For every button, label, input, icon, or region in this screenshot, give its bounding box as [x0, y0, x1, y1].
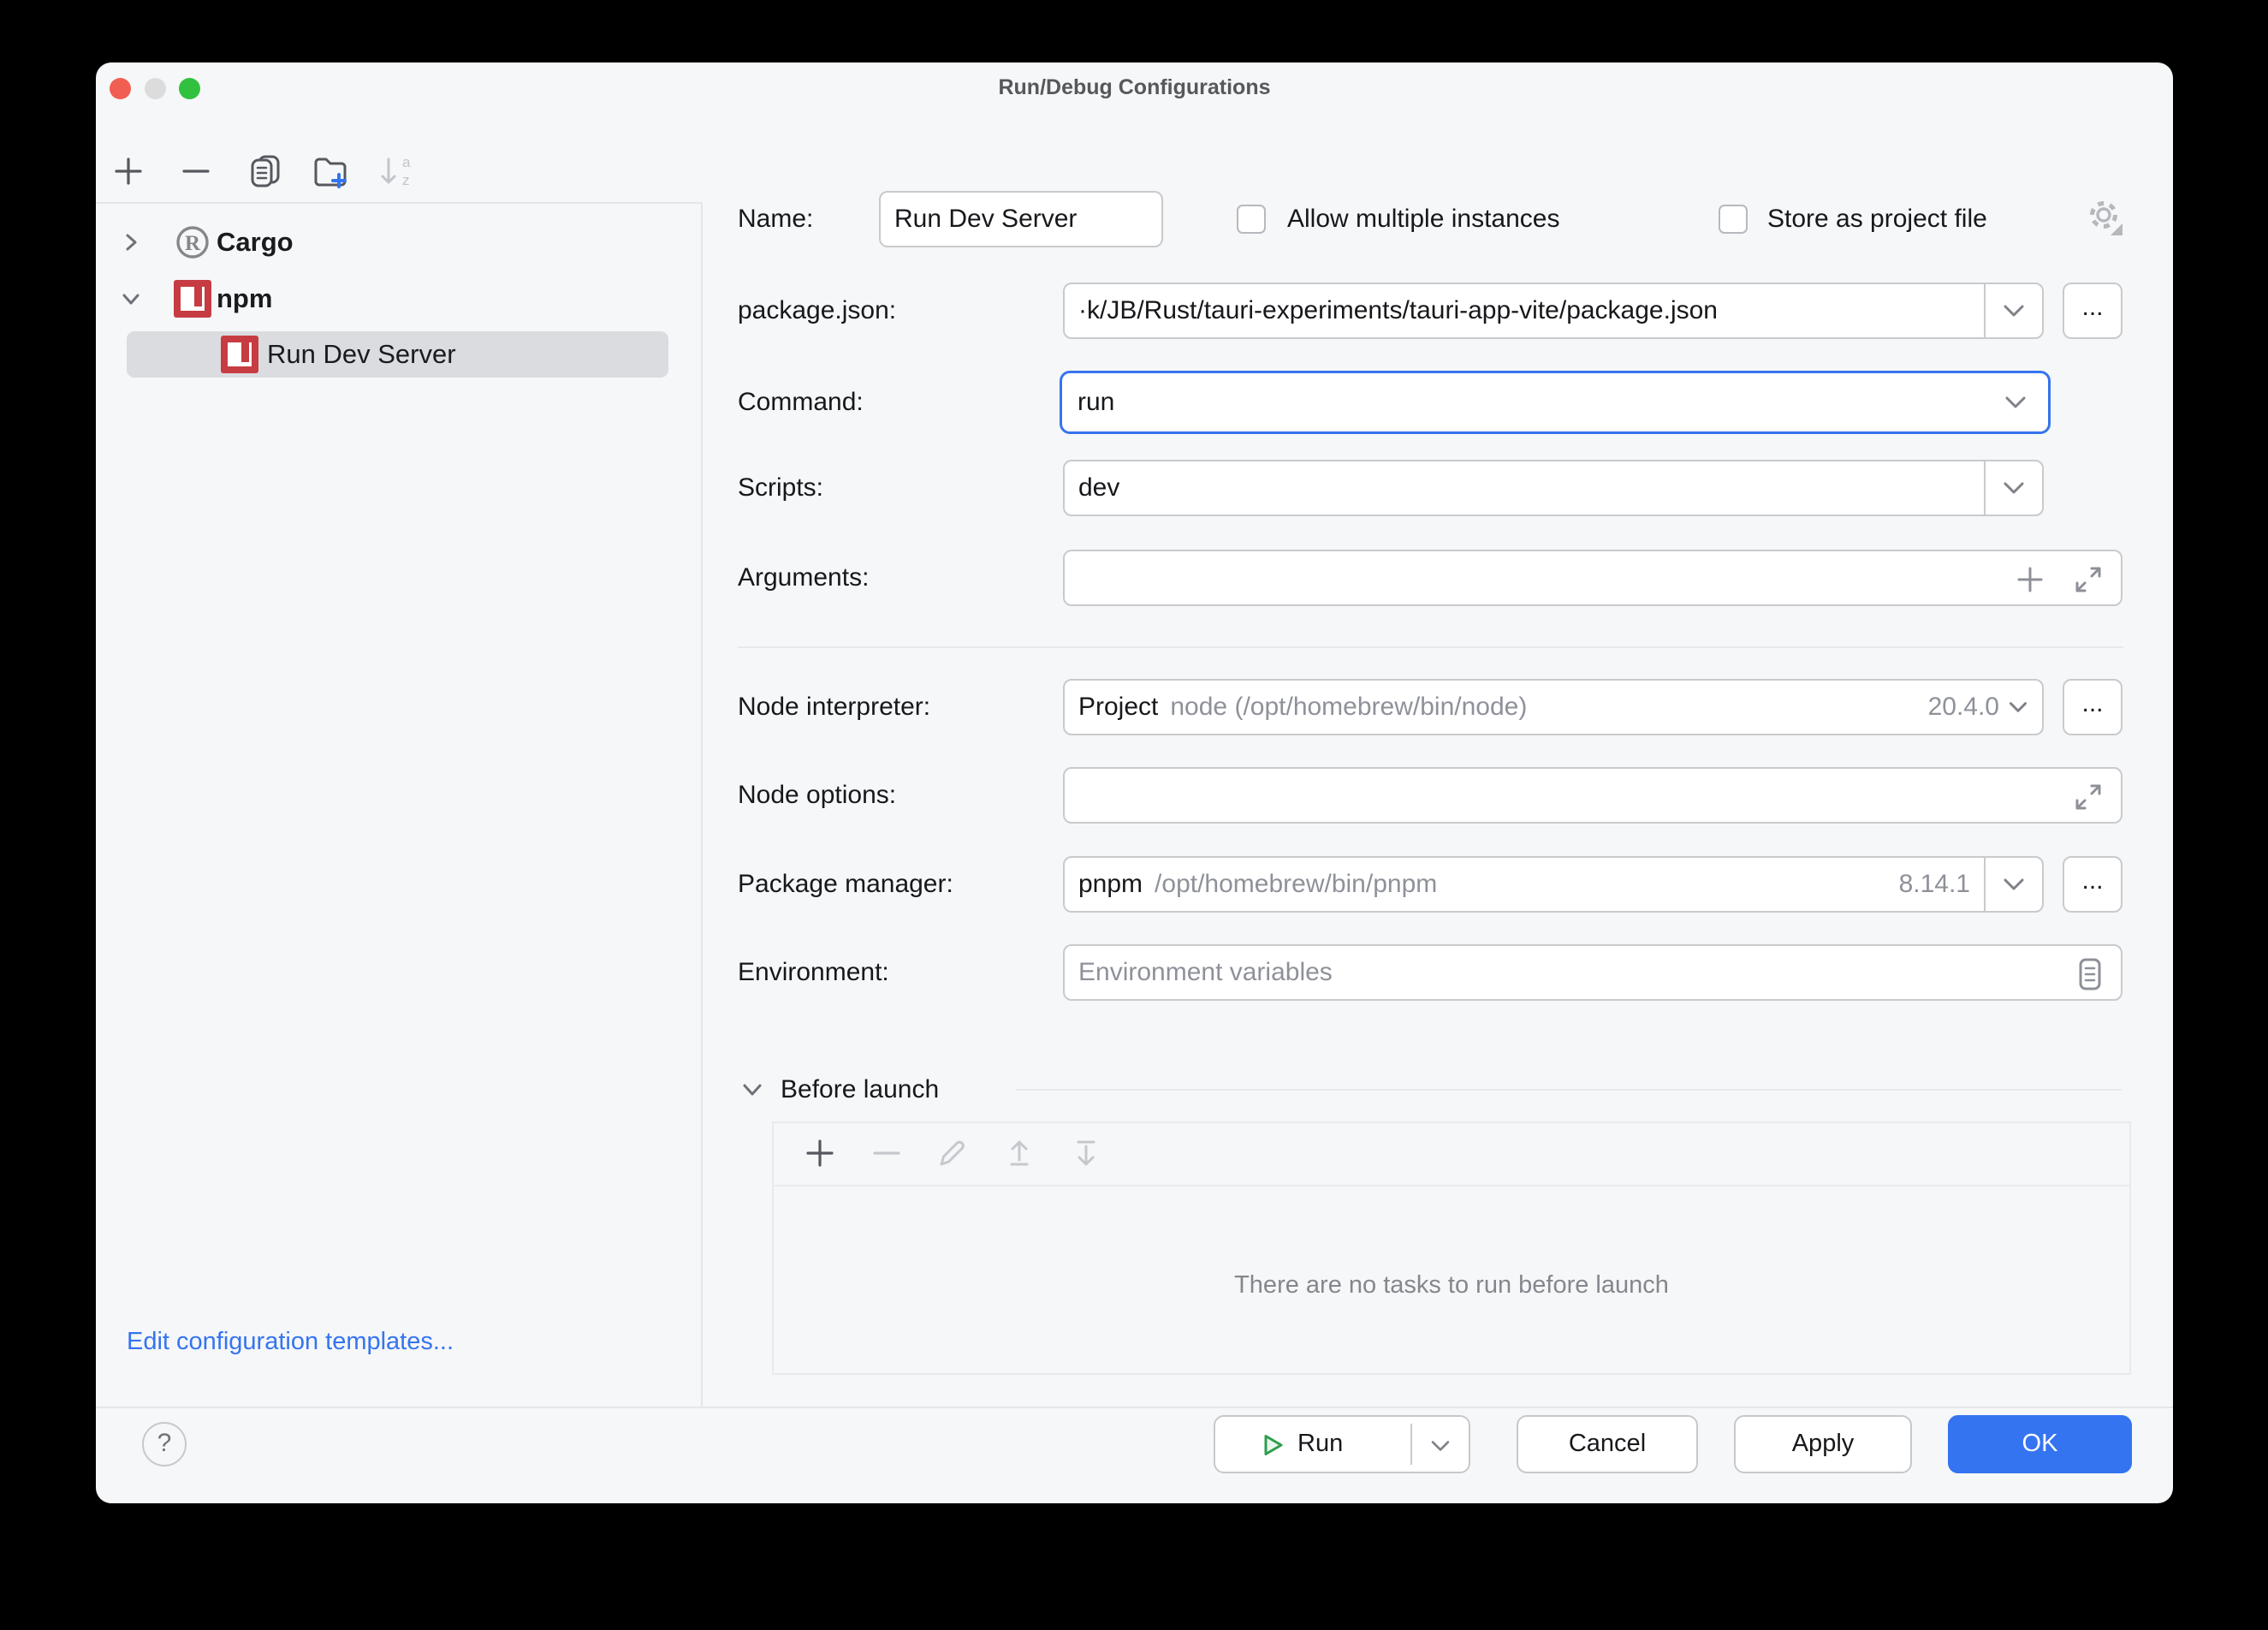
- chevron-down-icon[interactable]: [120, 288, 142, 310]
- combo-divider: [1984, 858, 1986, 911]
- move-task-up-icon[interactable]: [1000, 1134, 1038, 1172]
- run-button-label: Run: [1297, 1417, 1343, 1470]
- run-debug-configurations-dialog: Run/Debug Configurations a z: [96, 62, 2173, 1503]
- tree-item-label: Run Dev Server: [267, 333, 456, 376]
- store-as-project-file-checkbox[interactable]: [1719, 205, 1748, 234]
- tree-item-cargo[interactable]: R Cargo: [96, 221, 701, 264]
- scripts-combobox[interactable]: dev: [1063, 460, 2044, 516]
- expand-field-icon[interactable]: [2069, 561, 2107, 598]
- package-manager-value: pnpm: [1078, 870, 1143, 899]
- add-task-icon[interactable]: [801, 1134, 839, 1172]
- command-combobox[interactable]: run: [1060, 371, 2051, 434]
- cargo-icon: R: [174, 223, 211, 261]
- add-configuration-icon[interactable]: [110, 152, 147, 190]
- store-settings-gear-icon[interactable]: [2083, 196, 2128, 241]
- add-argument-icon[interactable]: [2015, 564, 2045, 595]
- node-interpreter-path: node (/opt/homebrew/bin/node): [1170, 693, 1527, 722]
- before-launch-panel: [772, 1121, 2131, 1375]
- run-play-icon: [1260, 1432, 1285, 1458]
- name-value: Run Dev Server: [894, 205, 1077, 234]
- allow-multiple-instances-checkbox[interactable]: [1237, 205, 1266, 234]
- command-label: Command:: [738, 374, 864, 431]
- npm-icon: [174, 280, 211, 318]
- before-launch-header-line: [1016, 1089, 2122, 1091]
- remove-configuration-icon[interactable]: [177, 152, 215, 190]
- name-input[interactable]: Run Dev Server: [879, 191, 1163, 247]
- node-interpreter-value: Project: [1078, 693, 1158, 722]
- edit-configuration-templates-link[interactable]: Edit configuration templates...: [127, 1328, 454, 1356]
- chevron-down-icon[interactable]: [2008, 700, 2028, 714]
- tree-item-label: Cargo: [217, 221, 294, 264]
- package-manager-path: /opt/homebrew/bin/pnpm: [1155, 870, 1437, 899]
- before-launch-title: Before launch: [781, 1069, 939, 1110]
- copy-configuration-icon[interactable]: [246, 152, 283, 190]
- environment-label: Environment:: [738, 944, 889, 1001]
- package-json-label: package.json:: [738, 283, 896, 339]
- svg-text:R: R: [185, 232, 201, 255]
- node-interpreter-browse-button[interactable]: ...: [2063, 679, 2123, 735]
- sidebar-toolbar-divider: [96, 202, 703, 204]
- allow-multiple-instances-label: Allow multiple instances: [1287, 191, 1559, 247]
- name-label: Name:: [738, 191, 813, 247]
- node-interpreter-label: Node interpreter:: [738, 679, 930, 735]
- environment-input[interactable]: Environment variables: [1063, 944, 2123, 1001]
- screen: Run/Debug Configurations a z: [0, 0, 2268, 1630]
- environment-placeholder: Environment variables: [1078, 958, 1333, 987]
- scripts-value: dev: [1078, 473, 1119, 503]
- svg-text:z: z: [402, 172, 410, 188]
- environment-variables-browse-icon[interactable]: [2071, 955, 2109, 993]
- form-section-divider: [738, 646, 2123, 648]
- chevron-down-icon[interactable]: [2002, 877, 2026, 892]
- package-manager-version: 8.14.1: [1899, 870, 1970, 899]
- node-options-label: Node options:: [738, 767, 896, 824]
- before-launch-toolbar-divider: [774, 1185, 2129, 1187]
- chevron-down-icon[interactable]: [2002, 303, 2026, 318]
- package-manager-browse-button[interactable]: ...: [2063, 856, 2123, 913]
- run-split-button[interactable]: Run: [1214, 1415, 1470, 1473]
- chevron-down-icon[interactable]: [2002, 480, 2026, 496]
- sort-alpha-icon[interactable]: a z: [377, 152, 414, 190]
- edit-task-pencil-icon[interactable]: [934, 1134, 971, 1172]
- cancel-button[interactable]: Cancel: [1517, 1415, 1698, 1473]
- before-launch-empty-text: There are no tasks to run before launch: [772, 1271, 2131, 1300]
- node-interpreter-version: 20.4.0: [1928, 693, 1999, 722]
- before-launch-collapse-icon[interactable]: [739, 1079, 765, 1101]
- move-task-down-icon[interactable]: [1067, 1134, 1105, 1172]
- svg-text:a: a: [402, 154, 411, 170]
- combo-divider: [1984, 284, 1986, 337]
- arguments-input[interactable]: [1063, 550, 2123, 606]
- chevron-right-icon[interactable]: [120, 231, 142, 253]
- window-title: Run/Debug Configurations: [96, 62, 2173, 112]
- tree-item-label: npm: [217, 277, 272, 320]
- apply-button[interactable]: Apply: [1734, 1415, 1912, 1473]
- node-interpreter-combobox[interactable]: Project node (/opt/homebrew/bin/node) 20…: [1063, 679, 2044, 735]
- arguments-label: Arguments:: [738, 550, 869, 606]
- package-manager-combobox[interactable]: pnpm /opt/homebrew/bin/pnpm 8.14.1: [1063, 856, 2044, 913]
- sidebar-vertical-divider: [701, 202, 703, 1407]
- scripts-label: Scripts:: [738, 460, 823, 516]
- ok-button[interactable]: OK: [1948, 1415, 2132, 1473]
- package-json-value: ·k/JB/Rust/tauri-experiments/tauri-app-v…: [1078, 296, 1718, 325]
- node-options-input[interactable]: [1063, 767, 2123, 824]
- remove-task-icon[interactable]: [868, 1134, 905, 1172]
- package-json-browse-button[interactable]: ...: [2063, 283, 2123, 339]
- help-button[interactable]: ?: [142, 1422, 187, 1466]
- expand-field-icon[interactable]: [2069, 778, 2107, 816]
- npm-icon: [221, 336, 258, 373]
- new-folder-icon[interactable]: [311, 152, 348, 190]
- package-manager-label: Package manager:: [738, 856, 953, 913]
- chevron-down-icon[interactable]: [2004, 395, 2028, 410]
- tree-item-npm[interactable]: npm: [96, 277, 701, 320]
- run-options-chevron-icon[interactable]: [1429, 1439, 1452, 1453]
- combo-divider: [1984, 461, 1986, 515]
- package-json-combobox[interactable]: ·k/JB/Rust/tauri-experiments/tauri-app-v…: [1063, 283, 2044, 339]
- tree-item-run-dev-server-selected[interactable]: Run Dev Server: [127, 331, 668, 378]
- command-value: run: [1078, 388, 1114, 417]
- store-as-project-file-label: Store as project file: [1767, 191, 1987, 247]
- run-button-divider: [1410, 1424, 1412, 1465]
- footer-divider: [96, 1407, 2173, 1408]
